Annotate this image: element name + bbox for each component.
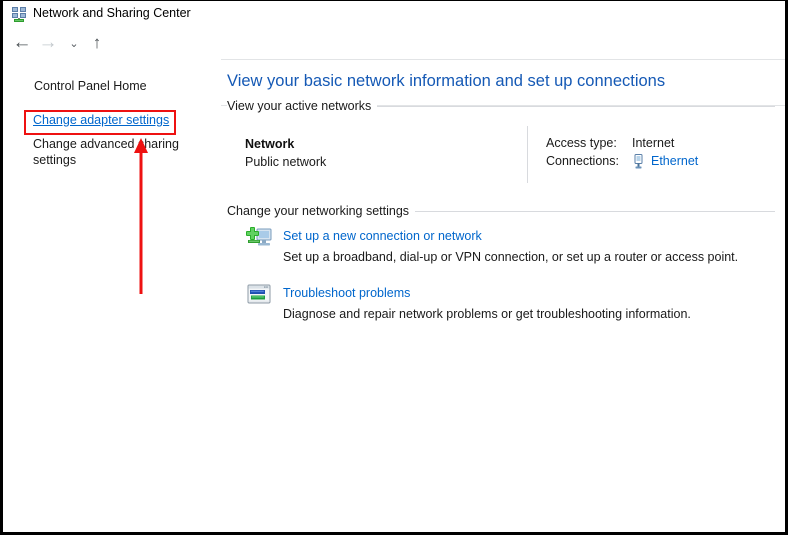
connections-label: Connections: xyxy=(546,154,619,168)
connections-value-ethernet[interactable]: Ethernet xyxy=(651,154,698,168)
ethernet-icon xyxy=(632,154,645,169)
section-title-active-networks: View your active networks xyxy=(227,99,377,113)
sidebar-item-change-advanced-sharing-settings[interactable]: Change advanced sharing settings xyxy=(33,136,183,168)
link-troubleshoot-problems[interactable]: Troubleshoot problems xyxy=(283,286,410,300)
network-vertical-divider xyxy=(527,126,528,183)
description-troubleshoot-problems: Diagnose and repair network problems or … xyxy=(283,307,691,321)
window-title: Network and Sharing Center xyxy=(33,6,191,20)
forward-icon[interactable]: → xyxy=(37,32,59,54)
main-content: View your basic network information and … xyxy=(221,59,785,528)
content-top-divider xyxy=(221,59,785,60)
sidebar-item-change-adapter-settings[interactable]: Change adapter settings xyxy=(33,113,169,127)
title-bar: Network and Sharing Center xyxy=(3,1,785,28)
up-icon[interactable]: ↑ xyxy=(86,32,108,54)
back-icon[interactable]: ← xyxy=(11,32,33,54)
sidebar: Control Panel Home Change adapter settin… xyxy=(3,59,221,528)
page-title: View your basic network information and … xyxy=(227,72,665,91)
access-type-value: Internet xyxy=(632,136,674,150)
navigation-bar: ← → ⌄ ↑ › Control Panel › Network and In… xyxy=(3,28,785,58)
access-type-label: Access type: xyxy=(546,136,617,150)
troubleshoot-icon xyxy=(245,283,273,309)
network-type: Public network xyxy=(245,155,326,169)
network-icon xyxy=(11,6,27,22)
network-name: Network xyxy=(245,137,294,151)
chevron-down-icon[interactable]: ⌄ xyxy=(63,32,85,54)
new-connection-icon xyxy=(245,226,273,252)
link-set-up-new-connection[interactable]: Set up a new connection or network xyxy=(283,229,482,243)
sidebar-item-control-panel-home[interactable]: Control Panel Home xyxy=(34,79,147,93)
network-sharing-center-window: Network and Sharing Center ← → ⌄ ↑ › Con… xyxy=(0,0,788,535)
section-title-networking-settings: Change your networking settings xyxy=(227,204,415,218)
description-set-up-new-connection: Set up a broadband, dial-up or VPN conne… xyxy=(283,250,738,264)
